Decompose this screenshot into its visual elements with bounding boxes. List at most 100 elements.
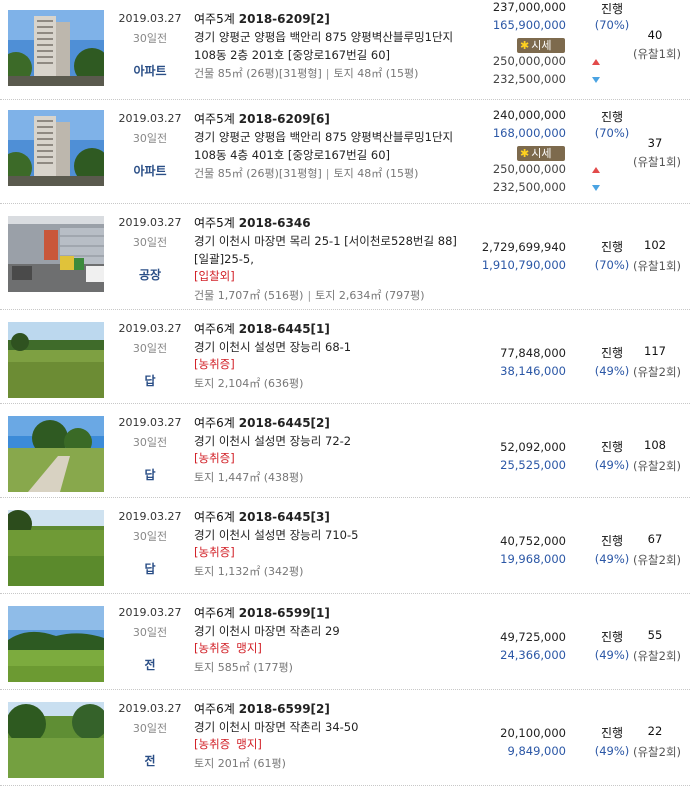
case-number-link[interactable]: 2018-6599[2]	[239, 702, 330, 716]
case-number-link[interactable]: 2018-6209[6]	[239, 112, 330, 126]
market-high-price: 250,000,000	[492, 54, 566, 68]
appraisal-price: 77,848,000	[500, 346, 566, 360]
case-line: 여주6계 2018-6445[1]	[194, 320, 330, 337]
notice-tag: 맹지]	[236, 641, 262, 655]
minimum-price: 24,366,000	[500, 648, 566, 662]
auction-status: 진행	[600, 726, 624, 740]
view-count: 22	[647, 724, 663, 738]
view-count: 108	[644, 438, 666, 452]
failed-count: (유찰2회)	[632, 649, 682, 663]
listing-row[interactable]: 2019.03.27 30일전 아파트 여주5계 2018-6209[2] 경기 양평군 …	[0, 0, 690, 100]
case-number-link[interactable]: 2018-6346	[239, 216, 311, 230]
court-division: 여주6계	[194, 322, 235, 336]
property-type: 아파트	[133, 64, 167, 78]
property-address[interactable]: 경기 이천시 마장면 작촌리 34-50	[194, 718, 468, 736]
auction-date: 2019.03.27	[118, 322, 182, 335]
property-photo[interactable]	[8, 216, 104, 292]
area-separator: |	[325, 167, 330, 180]
case-number-link[interactable]: 2018-6445[2]	[239, 416, 330, 430]
property-type: 답	[144, 468, 156, 482]
minimum-price: 168,000,000	[492, 126, 566, 140]
property-type: 전	[144, 658, 156, 672]
listing-row[interactable]: 2019.03.27 30일전 공장 여주5계 2018-6346 경기 이천시 마장면 …	[0, 204, 690, 310]
listing-row[interactable]: 2019.03.27 30일전 전 여주6계 2018-6599[1] 경기 이천시 마장…	[0, 594, 690, 690]
auction-status: 진행	[600, 534, 624, 548]
court-division: 여주6계	[194, 702, 235, 716]
minimum-price: 9,849,000	[507, 744, 566, 758]
failed-count: (유찰1회)	[632, 47, 682, 61]
minimum-price: 38,146,000	[500, 364, 566, 378]
property-address[interactable]: 경기 이천시 설성면 장능리 68-1	[194, 338, 468, 356]
area-value: 건물 85㎡ (26평)[31평형]	[194, 167, 322, 180]
up-arrow-icon	[592, 167, 600, 173]
notice-tag: [농취증]	[194, 545, 235, 559]
auction-status: 진행	[600, 630, 624, 644]
listing-row[interactable]: 2019.03.27 30일전 전 여주6계 2018-6599[2] 경기 이천시 마장…	[0, 690, 690, 786]
auction-date: 2019.03.27	[118, 216, 182, 229]
case-number-link[interactable]: 2018-6599[1]	[239, 606, 330, 620]
case-number-link[interactable]: 2018-6445[1]	[239, 322, 330, 336]
property-address[interactable]: 경기 이천시 설성면 장능리 710-5	[194, 526, 468, 544]
case-line: 여주6계 2018-6445[3]	[194, 508, 330, 525]
property-photo[interactable]	[8, 10, 104, 86]
area-value: 건물 85㎡ (26평)[31평형]	[194, 67, 322, 80]
property-type: 전	[144, 754, 156, 768]
listing-row[interactable]: 2019.03.27 30일전 답 여주6계 2018-6445[2] 경기 이천시 설성…	[0, 404, 690, 498]
area-info: 토지 201㎡ (61평)	[194, 755, 286, 771]
appraisal-price: 49,725,000	[500, 630, 566, 644]
failed-count: (유찰2회)	[632, 459, 682, 473]
market-low-price: 232,500,000	[492, 72, 566, 86]
market-high-price: 250,000,000	[492, 162, 566, 176]
days-ago: 30일전	[132, 530, 168, 543]
appraisal-price: 52,092,000	[500, 440, 566, 454]
market-price-label: 시세	[531, 39, 552, 52]
property-address[interactable]: 경기 이천시 마장면 작촌리 29	[194, 622, 468, 640]
star-icon: ✱	[520, 147, 530, 160]
area-value: 토지 2,104㎡ (636평)	[194, 377, 304, 390]
area-value: 토지 48㎡ (15평)	[333, 167, 419, 180]
price-ratio: (70%)	[594, 126, 630, 140]
property-photo[interactable]	[8, 702, 104, 778]
failed-count: (유찰2회)	[632, 365, 682, 379]
property-photo[interactable]	[8, 510, 104, 586]
area-info: 건물 85㎡ (26평)[31평형] | 토지 48㎡ (15평)	[194, 65, 418, 81]
area-info: 토지 1,447㎡ (438평)	[194, 469, 303, 485]
property-photo[interactable]	[8, 322, 104, 398]
star-icon: ✱	[520, 39, 530, 52]
listing-row[interactable]: 2019.03.27 30일전 아파트 여주5계 2018-6209[6] 경기 양평군 …	[0, 100, 690, 204]
view-count: 37	[647, 136, 663, 150]
days-ago: 30일전	[132, 236, 168, 249]
property-address[interactable]: 경기 양평군 양평읍 백안리 875 양평벽산블루밍1단지 108동 2층 20…	[194, 28, 468, 64]
case-line: 여주6계 2018-6599[1]	[194, 604, 330, 621]
property-address[interactable]: 경기 양평군 양평읍 백안리 875 양평벽산블루밍1단지 108동 4층 40…	[194, 128, 468, 164]
area-value: 건물 1,707㎡ (516평)	[194, 289, 304, 302]
property-type: 답	[144, 562, 156, 576]
market-price-button[interactable]: ✱ 시세	[517, 38, 565, 53]
property-photo[interactable]	[8, 606, 104, 682]
notice-tags: [농취증]	[194, 544, 241, 560]
area-separator: |	[307, 289, 312, 302]
days-ago: 30일전	[132, 626, 168, 639]
down-arrow-icon	[592, 77, 600, 83]
area-value: 토지 48㎡ (15평)	[333, 67, 419, 80]
listing-row[interactable]: 2019.03.27 30일전 답 여주6계 2018-6445[3] 경기 이천시 설성…	[0, 498, 690, 594]
property-address[interactable]: 경기 이천시 설성면 장능리 72-2	[194, 432, 468, 450]
court-division: 여주6계	[194, 606, 235, 620]
price-ratio: (70%)	[594, 18, 630, 32]
court-division: 여주6계	[194, 416, 235, 430]
market-price-button[interactable]: ✱ 시세	[517, 146, 565, 161]
case-number-link[interactable]: 2018-6209[2]	[239, 12, 330, 26]
property-photo[interactable]	[8, 110, 104, 186]
view-count: 102	[644, 238, 666, 252]
listing-row[interactable]: 2019.03.27 30일전 답 여주6계 2018-6445[1] 경기 이천시 설성…	[0, 310, 690, 404]
days-ago: 30일전	[132, 132, 168, 145]
minimum-price: 19,968,000	[500, 552, 566, 566]
area-info: 토지 1,132㎡ (342평)	[194, 563, 303, 579]
appraisal-price: 40,752,000	[500, 534, 566, 548]
case-number-link[interactable]: 2018-6445[3]	[239, 510, 330, 524]
days-ago: 30일전	[132, 436, 168, 449]
area-value: 토지 1,447㎡ (438평)	[194, 471, 304, 484]
property-type: 아파트	[133, 164, 167, 178]
property-address[interactable]: 경기 이천시 마장면 목리 25-1 [서이천로528번길 88] [일괄]25…	[194, 232, 468, 268]
property-photo[interactable]	[8, 416, 104, 492]
